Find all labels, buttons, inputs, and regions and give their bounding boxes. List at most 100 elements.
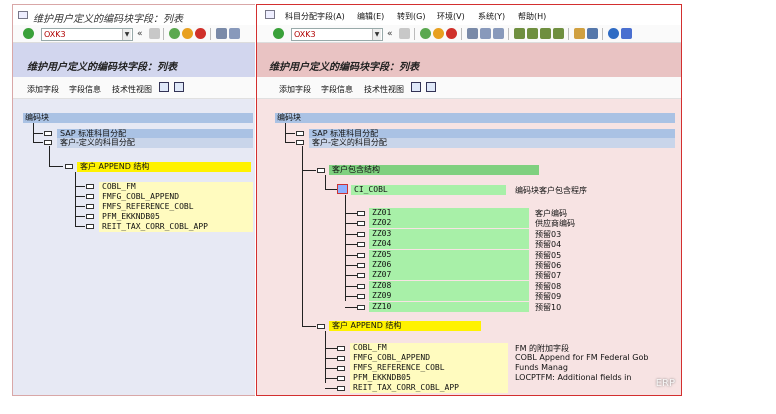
tree-zz-field[interactable]: ZZ09 (369, 291, 529, 302)
grid-icon[interactable] (411, 82, 421, 92)
find-next-icon[interactable] (493, 28, 504, 39)
save-icon[interactable] (399, 28, 410, 39)
tree-append-field[interactable]: FMFG_COBL_APPEND (350, 353, 508, 363)
menu-goto[interactable]: 转到(G) (397, 11, 425, 22)
menu-edit[interactable]: 编辑(E) (357, 11, 384, 22)
print-icon[interactable] (216, 28, 227, 39)
tree-line (285, 133, 295, 134)
tree-zz-field-label: ZZ06 (372, 260, 392, 269)
enter-check-icon[interactable] (273, 28, 284, 39)
field-icon (357, 221, 365, 227)
tree-field[interactable]: PFM_EKKNDB05 (99, 212, 253, 222)
field-info-button[interactable]: 字段信息 (69, 84, 101, 95)
find-icon[interactable] (480, 28, 491, 39)
table-icon[interactable] (426, 82, 436, 92)
tree-root[interactable]: 编码块 (23, 113, 253, 123)
menu-account-assignment-field[interactable]: 科目分配字段(A) (285, 11, 345, 22)
tree-root[interactable]: 编码块 (275, 113, 675, 123)
menu-help[interactable]: 帮助(H) (518, 11, 546, 22)
separator (568, 28, 569, 40)
tree-node-ci-cobl[interactable]: CI_COBL (351, 185, 506, 195)
tree-zz-field-label: ZZ01 (372, 208, 392, 217)
tree-zz-field-label: ZZ05 (372, 249, 392, 259)
tree-zz-field[interactable]: ZZ06 (369, 260, 529, 270)
tree-field[interactable]: REIT_TAX_CORR_COBL_APP (99, 222, 253, 232)
table-icon[interactable] (174, 82, 184, 92)
tree-field[interactable]: FMFG_COBL_APPEND (99, 192, 253, 202)
append-field-description: Funds Manag (515, 363, 568, 372)
tree-append-field-label: REIT_TAX_CORR_COBL_APP (353, 383, 459, 392)
technical-view-button[interactable]: 技术性视图 (112, 84, 152, 95)
command-field[interactable]: OXK3 ▼ (291, 28, 383, 41)
double-left-icon[interactable]: « (137, 29, 143, 39)
cancel-icon[interactable] (446, 28, 457, 39)
tree-append-field-label: COBL_FM (353, 343, 387, 352)
find-icon[interactable] (229, 28, 240, 39)
tree-zz-field[interactable]: ZZ03 (369, 228, 529, 239)
tree-node-customer[interactable]: 客户-定义的科目分配 (309, 138, 675, 148)
tree-node-include[interactable]: 客户包含结构 (329, 165, 539, 175)
structure-icon (65, 164, 73, 169)
chevron-down-icon[interactable]: ▼ (122, 29, 131, 40)
tree-node-append[interactable]: 客户 APPEND 结构 (77, 162, 251, 172)
tree-zz-field[interactable]: ZZ05 (369, 249, 529, 260)
field-icon (86, 214, 94, 219)
first-page-icon[interactable] (514, 28, 525, 39)
back-icon[interactable] (169, 28, 180, 39)
tree-node-append[interactable]: 客户 APPEND 结构 (329, 321, 481, 331)
tree-zz-field-label: ZZ07 (372, 270, 392, 280)
tree-zz-field[interactable]: ZZ10 (369, 301, 529, 312)
structure-icon (296, 131, 304, 136)
shortcut-icon[interactable] (587, 28, 598, 39)
save-icon[interactable] (149, 28, 160, 39)
exit-icon[interactable] (182, 28, 193, 39)
field-info-button[interactable]: 字段信息 (321, 84, 353, 95)
window-icon (18, 11, 28, 19)
tree-append-field[interactable]: COBL_FM (350, 343, 508, 353)
tree-zz-field[interactable]: ZZ02 (369, 218, 529, 229)
tree-line (325, 368, 337, 369)
exit-icon[interactable] (433, 28, 444, 39)
zz-field-description: 预留09 (535, 292, 562, 302)
tree-line (75, 216, 85, 217)
tree-append-field[interactable]: PFM_EKKNDB05 (350, 373, 508, 383)
help-icon[interactable] (608, 28, 619, 39)
left-app-toolbar: 添加字段 字段信息 技术性视图 (13, 77, 255, 99)
menu-environment[interactable]: 环境(V) (437, 11, 465, 22)
layout-icon[interactable] (621, 28, 632, 39)
tree-line (75, 226, 85, 227)
tree-line (75, 206, 85, 207)
last-page-icon[interactable] (553, 28, 564, 39)
structure-icon (44, 140, 52, 145)
tree-zz-field[interactable]: ZZ01 (369, 208, 529, 218)
tree-line (325, 378, 337, 379)
add-field-button[interactable]: 添加字段 (27, 84, 59, 95)
tree-zz-field[interactable]: ZZ08 (369, 280, 529, 291)
tree-field[interactable]: COBL_FM (99, 182, 253, 192)
window-icon (265, 10, 275, 19)
tree-append-field[interactable]: FMFS_REFERENCE_COBL (350, 363, 508, 373)
tree-zz-field[interactable]: ZZ04 (369, 239, 529, 250)
print-icon[interactable] (467, 28, 478, 39)
cancel-icon[interactable] (195, 28, 206, 39)
tree-node-customer[interactable]: 客户-定义的科目分配 (57, 138, 253, 148)
new-session-icon[interactable] (574, 28, 585, 39)
enter-check-icon[interactable] (23, 28, 34, 39)
add-field-button[interactable]: 添加字段 (279, 84, 311, 95)
watermark: ERP (655, 378, 675, 389)
chevron-down-icon[interactable]: ▼ (372, 29, 381, 40)
double-left-icon[interactable]: « (387, 29, 393, 39)
prev-page-icon[interactable] (527, 28, 538, 39)
tree-field-label: FMFS_REFERENCE_COBL (102, 202, 194, 211)
tree-line (302, 326, 316, 327)
tree-field[interactable]: FMFS_REFERENCE_COBL (99, 202, 253, 212)
tree-append-field[interactable]: REIT_TAX_CORR_COBL_APP (350, 383, 508, 393)
next-page-icon[interactable] (540, 28, 551, 39)
back-icon[interactable] (420, 28, 431, 39)
tree-zz-field[interactable]: ZZ07 (369, 270, 529, 281)
menu-system[interactable]: 系统(Y) (478, 11, 505, 22)
technical-view-button[interactable]: 技术性视图 (364, 84, 404, 95)
command-field[interactable]: OXK3 ▼ (41, 28, 133, 41)
grid-icon[interactable] (159, 82, 169, 92)
tree-line (345, 285, 357, 287)
